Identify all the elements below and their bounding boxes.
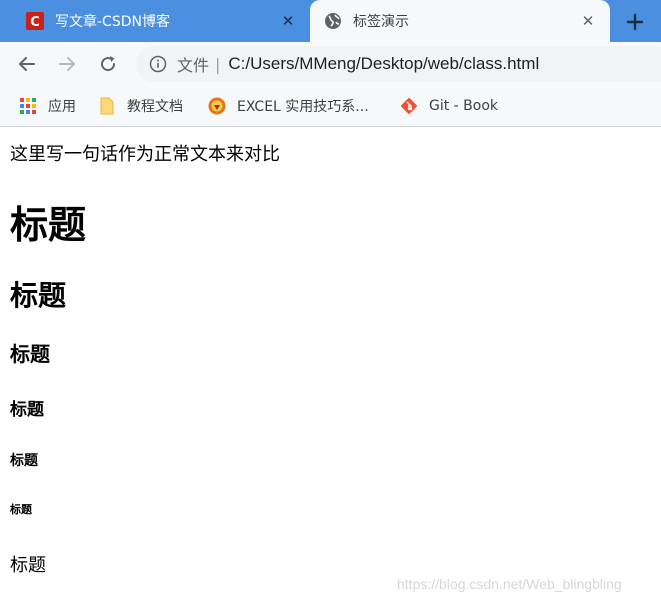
bookmark-label: 教程文档 [127, 99, 183, 115]
tab-title: 写文章-CSDN博客 [55, 14, 170, 30]
excel-lion-icon [208, 97, 226, 115]
reload-icon [101, 56, 116, 72]
tab-biaoqian[interactable]: 标签演示 ✕ [310, 0, 610, 42]
bookmarks-bar: 应用 教程文档 EXCEL 实用技巧系... Git - Book [0, 87, 661, 127]
arrow-left-icon [19, 57, 35, 71]
close-tab-icon[interactable]: ✕ [278, 11, 298, 31]
globe-icon [325, 13, 341, 29]
bookmark-label: Git - Book [429, 98, 499, 114]
csdn-logo-icon: C [26, 12, 44, 30]
folder-icon [100, 97, 114, 115]
tab-strip: C 写文章-CSDN博客 ✕ 标签演示 ✕ [0, 0, 661, 42]
scheme-separator: | [215, 54, 221, 74]
browser-toolbar: 文件 | C:/Users/MMeng/Desktop/web/class.ht… [0, 42, 661, 87]
new-tab-button[interactable] [622, 9, 648, 35]
git-icon [401, 98, 417, 114]
tab-title: 标签演示 [353, 14, 409, 30]
heading-h6: 标题 [10, 503, 32, 516]
reload-button[interactable] [96, 52, 120, 76]
plus-icon [626, 13, 644, 31]
bookmark-folder[interactable]: 教程文档 [98, 87, 183, 125]
watermark: https://blog.csdn.net/Web_blingbling [397, 576, 622, 592]
bookmark-git[interactable]: Git - Book [400, 87, 498, 125]
bookmark-label: EXCEL 实用技巧系... [237, 99, 369, 115]
heading-h2: 标题 [10, 279, 67, 312]
paragraph-text: 标题 [10, 555, 46, 576]
url-text[interactable]: C:/Users/MMeng/Desktop/web/class.html [228, 54, 539, 74]
tab-csdn[interactable]: C 写文章-CSDN博客 ✕ [0, 0, 310, 42]
back-button[interactable] [15, 52, 39, 76]
bookmark-apps[interactable]: 应用 [19, 87, 76, 125]
heading-h1: 标题 [10, 203, 87, 247]
apps-grid-icon [20, 98, 36, 114]
forward-button[interactable] [55, 52, 79, 76]
info-icon[interactable] [149, 55, 167, 73]
address-bar[interactable]: 文件 | C:/Users/MMeng/Desktop/web/class.ht… [136, 46, 661, 82]
bookmark-excel[interactable]: EXCEL 实用技巧系... [208, 87, 369, 125]
close-tab-icon[interactable]: ✕ [578, 11, 598, 31]
heading-h4: 标题 [10, 400, 44, 420]
heading-h3: 标题 [10, 342, 50, 366]
svg-text:C: C [30, 15, 40, 30]
bookmark-label: 应用 [48, 99, 76, 115]
scheme-label: 文件 [177, 56, 210, 75]
heading-h5: 标题 [10, 453, 38, 469]
normal-text: 这里写一句话作为正常文本来对比 [10, 144, 280, 165]
arrow-right-icon [59, 57, 75, 71]
